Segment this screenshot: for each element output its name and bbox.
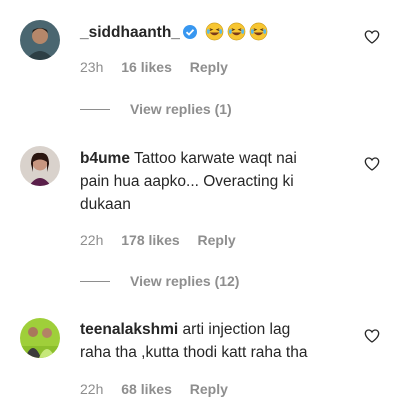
view-replies-button[interactable]: View replies (12) <box>80 273 239 289</box>
view-replies-button[interactable]: View replies (1) <box>80 101 232 117</box>
laughing-emoji-icon <box>227 22 246 48</box>
comment-meta: 23h 16 likes Reply <box>80 59 242 75</box>
replies-divider <box>80 109 110 110</box>
verified-badge-icon <box>182 24 198 47</box>
replies-divider <box>80 281 110 282</box>
username[interactable]: teenalakshmi <box>80 321 178 338</box>
like-heart-icon[interactable] <box>364 29 380 45</box>
username[interactable]: b4ume <box>80 150 130 167</box>
like-heart-icon[interactable] <box>364 328 380 344</box>
like-heart-icon[interactable] <box>364 156 380 172</box>
likes-count[interactable]: 68 likes <box>121 381 172 397</box>
avatar[interactable] <box>20 318 60 358</box>
comment-text-line-1: Tattoo karwate waqt nai <box>134 150 297 167</box>
comment-text-line-1: arti injection lag <box>182 321 291 338</box>
comment-text-line-2: pain hua aapko... Overacting ki <box>80 173 294 190</box>
avatar[interactable] <box>20 20 60 60</box>
comment-body: teenalakshmi arti injection lag raha tha… <box>80 318 360 364</box>
comment-meta: 22h 178 likes Reply <box>80 232 250 248</box>
timestamp[interactable]: 22h <box>80 381 103 397</box>
laughing-emoji-icon <box>205 22 224 48</box>
likes-count[interactable]: 16 likes <box>121 59 172 75</box>
reply-button[interactable]: Reply <box>190 59 228 75</box>
timestamp[interactable]: 22h <box>80 232 103 248</box>
avatar[interactable] <box>20 146 60 186</box>
comment-body: _siddhaanth_ <box>80 21 360 48</box>
view-replies-label: View replies (1) <box>130 101 232 117</box>
timestamp[interactable]: 23h <box>80 59 103 75</box>
comment-body: b4ume Tattoo karwate waqt nai pain hua a… <box>80 147 360 216</box>
comment-text-line-3: dukaan <box>80 196 131 213</box>
comment-text-line-2: raha tha ,kutta thodi katt raha tha <box>80 344 308 361</box>
reply-button[interactable]: Reply <box>198 232 236 248</box>
laughing-emoji-icon <box>249 22 268 48</box>
reply-button[interactable]: Reply <box>190 381 228 397</box>
comment-meta: 22h 68 likes Reply <box>80 381 242 397</box>
likes-count[interactable]: 178 likes <box>121 232 179 248</box>
username[interactable]: _siddhaanth_ <box>80 24 180 41</box>
view-replies-label: View replies (12) <box>130 273 240 289</box>
